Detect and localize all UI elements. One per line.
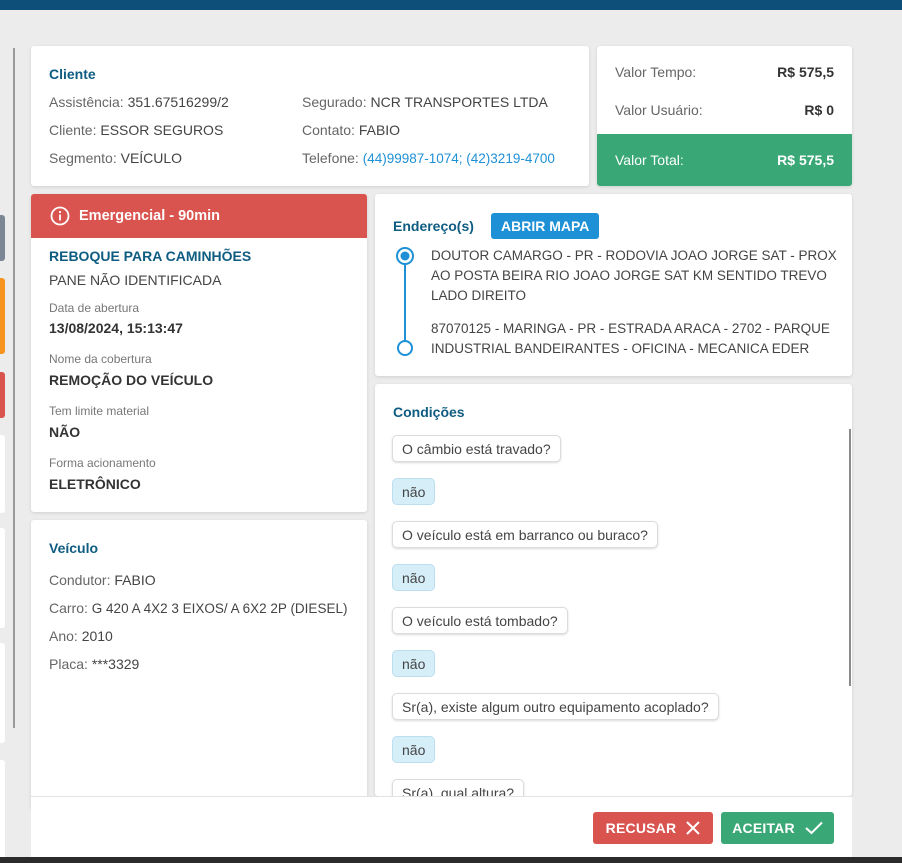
client-row: Cliente: ESSOR SEGUROS bbox=[49, 122, 223, 138]
year-row: Ano: 2010 bbox=[49, 628, 113, 644]
sidebar-tab-white-1[interactable] bbox=[0, 435, 5, 513]
close-icon bbox=[686, 821, 701, 835]
car-value: G 420 A 4X2 3 EIXOS/ A 6X2 2P (DIESEL) bbox=[91, 601, 348, 616]
sidebar-tab-orange[interactable] bbox=[0, 278, 5, 354]
opening-date-label: Data de abertura bbox=[49, 301, 140, 315]
service-type: REBOQUE PARA CAMINHÕES bbox=[49, 248, 252, 264]
left-sidebar-strip bbox=[0, 10, 18, 863]
user-value-row: Valor Usuário: R$ 0 bbox=[615, 102, 834, 118]
sidebar-tab-white-3[interactable] bbox=[0, 643, 5, 743]
conditions-scrollbar[interactable] bbox=[849, 429, 851, 686]
total-value-row: Valor Total: R$ 575,5 bbox=[597, 134, 852, 186]
origin-address-line: DOUTOR CAMARGO - PR - RODOVIA JOAO JORGE… bbox=[431, 248, 837, 263]
plate-label: Placa: bbox=[49, 656, 88, 672]
driver-row: Condutor: FABIO bbox=[49, 572, 156, 588]
contact-label: Contato: bbox=[302, 122, 355, 138]
total-value-label: Valor Total: bbox=[615, 152, 684, 168]
phone-label: Telefone: bbox=[302, 150, 359, 166]
activation-label: Forma acionamento bbox=[49, 456, 156, 470]
phone-link[interactable]: (44)99987-1074; (42)3219-4700 bbox=[363, 151, 555, 166]
address-card: Endereço(s) ABRIR MAPA DOUTOR CAMARGO - … bbox=[375, 194, 852, 376]
address-card-title: Endereço(s) bbox=[393, 218, 474, 234]
activation-value: ELETRÔNICO bbox=[49, 476, 141, 492]
assistance-row: Assistência: 351.67516299/2 bbox=[49, 94, 229, 110]
coverage-value: REMOÇÃO DO VEÍCULO bbox=[49, 372, 214, 388]
origin-address-line: AO POSTA BEIRA RIO JOAO JORGE SAT KM SEN… bbox=[431, 268, 827, 283]
plate-value: ***3329 bbox=[91, 656, 140, 672]
contact-row: Contato: FABIO bbox=[302, 122, 400, 138]
car-label: Carro: bbox=[49, 600, 88, 616]
sidebar-tab-white-4[interactable] bbox=[0, 760, 5, 863]
user-value-label: Valor Usuário: bbox=[615, 102, 703, 118]
client-value: ESSOR SEGUROS bbox=[100, 122, 224, 138]
total-value-amount: R$ 575,5 bbox=[777, 152, 834, 168]
assistance-label: Assistência: bbox=[49, 94, 124, 110]
destination-marker-icon bbox=[397, 340, 413, 356]
segment-row: Segmento: VEÍCULO bbox=[49, 150, 182, 166]
client-card-title: Cliente bbox=[49, 66, 96, 82]
accept-button-label: ACEITAR bbox=[732, 820, 795, 836]
emergency-banner: Emergencial - 90min bbox=[31, 194, 367, 238]
segment-value: VEÍCULO bbox=[120, 150, 183, 166]
time-value-row: Valor Tempo: R$ 575,5 bbox=[615, 64, 834, 80]
car-row: Carro: G 420 A 4X2 3 EIXOS/ A 6X2 2P (DI… bbox=[49, 600, 347, 616]
check-icon bbox=[805, 821, 823, 835]
sidebar-tab-red[interactable] bbox=[0, 372, 5, 418]
service-card: Emergencial - 90min REBOQUE PARA CAMINHÕ… bbox=[31, 194, 367, 512]
top-bar bbox=[0, 0, 902, 10]
plate-row: Placa: ***3329 bbox=[49, 656, 139, 672]
conditions-card: Condições bbox=[375, 384, 852, 796]
destination-address-line: 87070125 - MARINGA - PR - ESTRADA ARACA … bbox=[431, 321, 830, 336]
client-card: Cliente Assistência: 351.67516299/2 Clie… bbox=[31, 46, 589, 186]
accept-button[interactable]: ACEITAR bbox=[721, 812, 834, 844]
refuse-button-label: RECUSAR bbox=[605, 820, 677, 836]
year-value: 2010 bbox=[81, 628, 113, 644]
refuse-button[interactable]: RECUSAR bbox=[593, 812, 713, 844]
open-map-button[interactable]: ABRIR MAPA bbox=[491, 213, 600, 239]
phone-row: Telefone: (44)99987-1074; (42)3219-4700 bbox=[302, 150, 555, 166]
insured-label: Segurado: bbox=[302, 94, 367, 110]
driver-value: FABIO bbox=[114, 572, 156, 588]
coverage-label: Nome da cobertura bbox=[49, 352, 152, 366]
destination-address: 87070125 - MARINGA - PR - ESTRADA ARACA … bbox=[431, 319, 830, 359]
service-problem: PANE NÃO IDENTIFICADA bbox=[49, 272, 222, 288]
insured-row: Segurado: NCR TRANSPORTES LTDA bbox=[302, 94, 548, 110]
destination-address-line: INDUSTRIAL BANDEIRANTES - OFICINA - MECA… bbox=[431, 341, 810, 356]
route-timeline bbox=[396, 247, 414, 356]
contact-value: FABIO bbox=[358, 122, 401, 138]
values-card: Valor Tempo: R$ 575,5 Valor Usuário: R$ … bbox=[597, 46, 852, 186]
sidebar-tab-white-2[interactable] bbox=[0, 528, 5, 628]
conditions-card-title: Condições bbox=[393, 404, 465, 420]
opening-date-value: 13/08/2024, 15:13:47 bbox=[49, 320, 183, 336]
vehicle-card-title: Veículo bbox=[49, 540, 99, 556]
year-label: Ano: bbox=[49, 628, 78, 644]
client-label: Cliente: bbox=[49, 122, 97, 138]
info-circle-icon bbox=[50, 206, 70, 226]
emergency-badge-text: Emergencial - 90min bbox=[79, 208, 221, 224]
segment-label: Segmento: bbox=[49, 150, 117, 166]
bottom-bar bbox=[0, 857, 902, 863]
material-limit-label: Tem limite material bbox=[49, 404, 150, 418]
origin-address-line: LADO DIREITO bbox=[431, 288, 527, 303]
driver-label: Condutor: bbox=[49, 572, 111, 588]
vehicle-card: Veículo Condutor: FABIO Carro: G 420 A 4… bbox=[31, 520, 367, 810]
time-value-label: Valor Tempo: bbox=[615, 64, 697, 80]
action-footer: RECUSAR ACEITAR bbox=[31, 796, 852, 857]
time-value-amount: R$ 575,5 bbox=[777, 64, 834, 80]
user-value-amount: R$ 0 bbox=[804, 102, 834, 118]
origin-address: DOUTOR CAMARGO - PR - RODOVIA JOAO JORGE… bbox=[431, 246, 837, 306]
sidebar-divider bbox=[13, 48, 15, 728]
material-limit-value: NÃO bbox=[49, 424, 81, 440]
assistance-value: 351.67516299/2 bbox=[127, 94, 229, 110]
sidebar-tab-gray[interactable] bbox=[0, 215, 5, 261]
insured-value: NCR TRANSPORTES LTDA bbox=[370, 94, 548, 110]
